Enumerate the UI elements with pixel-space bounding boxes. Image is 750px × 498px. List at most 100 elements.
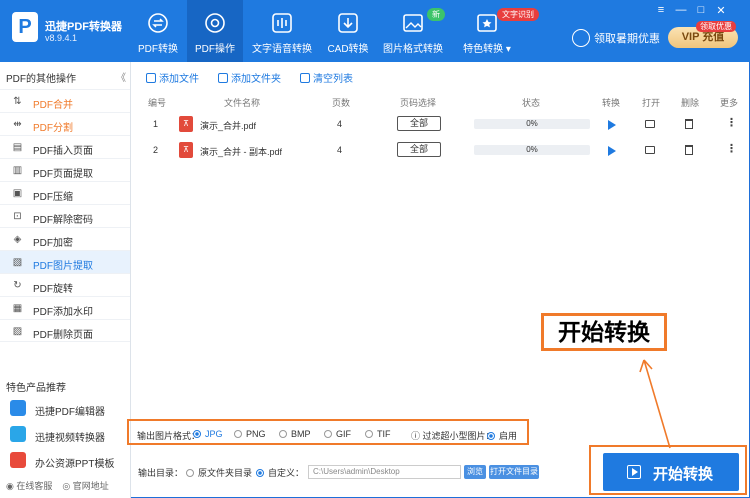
nav-pdf-operate[interactable]: PDF操作: [187, 0, 243, 62]
summer-offer-link[interactable]: 领取暑期优惠: [594, 30, 660, 46]
pdf-file-icon: ⊼: [179, 142, 193, 158]
col-convert: 转换: [602, 98, 621, 108]
image-extract-icon: ▧: [12, 257, 23, 268]
delete-trash-icon[interactable]: [685, 119, 693, 129]
start-convert-callout: 开始转换: [541, 313, 667, 351]
image-icon: [403, 14, 423, 32]
col-status: 状态: [522, 98, 541, 108]
sidebar-item-split[interactable]: ⇹ PDF分割: [0, 112, 130, 135]
add-folder-button[interactable]: 添加文件夹: [218, 70, 281, 85]
open-folder-icon[interactable]: [645, 120, 655, 128]
radio-icon: [324, 430, 332, 438]
maximize-icon[interactable]: □: [694, 4, 708, 16]
nav-label: 特色转换 ▾: [463, 44, 511, 55]
row-file-name: 演示_合并 - 副本.pdf: [200, 147, 283, 157]
user-icon: [572, 29, 590, 47]
nav-pdf-convert[interactable]: PDF转换: [130, 0, 186, 62]
website-link[interactable]: 官网地址: [73, 481, 109, 491]
online-service-link[interactable]: 在线客服: [16, 481, 52, 491]
table-row: 1 ⊼ 演示_合并.pdf 4 全部 0% ⋮: [132, 112, 750, 138]
more-icon[interactable]: ⋮: [726, 116, 737, 129]
sidebar-item-insert-page[interactable]: ▤ PDF插入页面: [0, 135, 130, 158]
row-pages: 4: [337, 119, 343, 129]
extract-page-icon: ▥: [12, 165, 23, 176]
radio-icon: [234, 430, 242, 438]
more-icon[interactable]: ⋮: [726, 142, 737, 155]
format-gif-radio[interactable]: GIF: [324, 429, 351, 439]
watermark-icon: ▦: [12, 303, 23, 314]
page-select-button[interactable]: 全部: [397, 142, 441, 157]
rotate-icon: ↻: [13, 280, 22, 291]
progress-bar: 0%: [474, 119, 590, 129]
sidebar-item-unlock[interactable]: ⊡ PDF解除密码: [0, 204, 130, 227]
gear-icon: [205, 13, 225, 33]
delete-trash-icon[interactable]: [685, 145, 693, 155]
output-dir-label: 输出目录：: [138, 468, 184, 478]
convert-play-icon[interactable]: [608, 146, 616, 156]
delete-page-icon: ▨: [12, 326, 23, 337]
image-format-options: 输出图片格式： JPG PNG BMP GIF TIF ⓘ 过滤超小型图片： 启…: [127, 419, 529, 445]
row-pages: 4: [337, 145, 343, 155]
ocr-badge: 文字识别: [497, 8, 539, 21]
insert-page-icon: ▤: [12, 142, 23, 153]
sidebar-item-compress[interactable]: ▣ PDF压缩: [0, 181, 130, 204]
browse-button[interactable]: 浏览: [464, 465, 486, 479]
collapse-icon[interactable]: 《: [116, 69, 126, 84]
audio-wave-icon: [272, 13, 292, 33]
filter-enable-checkbox[interactable]: 启用: [487, 429, 517, 442]
nav-label: PDF操作: [195, 44, 235, 55]
output-path-input[interactable]: C:\Users\admin\Desktop: [308, 465, 461, 479]
open-folder-button[interactable]: 打开文件目录: [489, 465, 539, 479]
radio-icon: [279, 430, 287, 438]
add-file-icon: [146, 73, 156, 83]
col-pages: 页数: [332, 98, 351, 108]
pdf-file-icon: ⊼: [179, 116, 193, 132]
app-title: 迅捷PDF转换器: [45, 21, 122, 33]
page-select-button[interactable]: 全部: [397, 116, 441, 131]
col-page-select: 页码选择: [400, 98, 437, 108]
radio-icon: [193, 430, 201, 438]
table-header: 编号 文件名称 页数 页码选择 状态 转换 打开 删除 更多: [132, 94, 750, 110]
sidebar-item-merge[interactable]: ⇅ PDF合并: [0, 89, 130, 112]
minimize-icon[interactable]: —: [674, 4, 688, 16]
sidebar: PDF的其他操作 《 ⇅ PDF合并 ⇹ PDF分割 ▤ PDF插入页面 ▥ PDF页面…: [0, 62, 131, 498]
clear-list-icon: [300, 73, 310, 83]
output-original-radio[interactable]: 原文件夹目录: [186, 466, 252, 479]
merge-icon: ⇅: [13, 96, 22, 107]
nav-text-speech[interactable]: 文字语音转换: [250, 0, 314, 62]
start-convert-button[interactable]: 开始转换: [603, 453, 739, 491]
menu-icon[interactable]: ≡: [654, 4, 668, 16]
close-icon[interactable]: ✕: [714, 4, 728, 17]
col-delete: 删除: [681, 98, 700, 108]
nav-cad[interactable]: CAD转换: [320, 0, 376, 62]
header: P 迅捷PDF转换器 v8.9.4.1 PDF转换 PDF操作 文字语音转换 C…: [0, 0, 750, 62]
sidebar-item-rotate[interactable]: ↻ PDF旋转: [0, 273, 130, 296]
open-folder-icon[interactable]: [645, 146, 655, 154]
nav-label: PDF转换: [138, 44, 178, 55]
format-jpg-radio[interactable]: JPG: [193, 429, 223, 439]
radio-icon: [256, 469, 264, 477]
sidebar-footer: ◉ 在线客服 ◎ 官网地址: [6, 479, 109, 492]
format-tif-radio[interactable]: TIF: [365, 429, 391, 439]
sidebar-item-extract-page[interactable]: ▥ PDF页面提取: [0, 158, 130, 181]
shield-icon: ◈: [13, 234, 22, 245]
sidebar-item-encrypt[interactable]: ◈ PDF加密: [0, 227, 130, 250]
app-version: v8.9.4.1: [45, 33, 78, 43]
convert-play-icon[interactable]: [608, 120, 616, 130]
radio-icon: [365, 430, 373, 438]
format-png-radio[interactable]: PNG: [234, 429, 266, 439]
sidebar-item-delete-page[interactable]: ▨ PDF删除页面: [0, 319, 130, 342]
clear-list-button[interactable]: 清空列表: [300, 70, 353, 85]
col-num: 编号: [148, 98, 167, 108]
app-logo: P: [12, 12, 38, 42]
add-file-button[interactable]: 添加文件: [146, 70, 199, 85]
new-badge: 新: [427, 8, 445, 21]
sidebar-item-watermark[interactable]: ▦ PDF添加水印: [0, 296, 130, 319]
output-custom-radio[interactable]: 自定义：: [256, 466, 304, 479]
format-label: 输出图片格式：: [137, 431, 201, 441]
format-bmp-radio[interactable]: BMP: [279, 429, 311, 439]
callout-arrow: [639, 359, 671, 449]
video-converter-icon: [10, 426, 26, 442]
sidebar-item-image-extract[interactable]: ▧ PDF图片提取: [0, 250, 130, 273]
radio-icon: [186, 469, 194, 477]
